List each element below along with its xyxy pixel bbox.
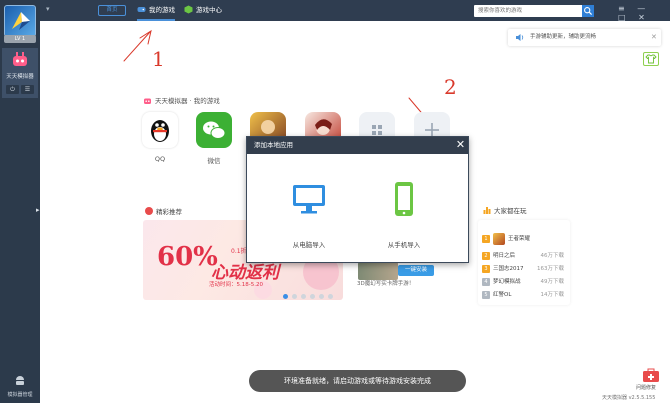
recommended-game-card: 一键安装 3D魔幻写实卡牌手游！ — [350, 262, 470, 304]
rank-badge: 2 — [482, 252, 490, 260]
game-name: 三国志2017 — [493, 266, 524, 272]
download-count: 163万下载 — [537, 266, 564, 272]
tab-my-games[interactable]: 我的游戏 — [137, 0, 175, 21]
cube-icon — [184, 5, 193, 14]
app-logo[interactable] — [4, 5, 36, 37]
carousel-dot[interactable] — [328, 294, 333, 299]
download-count: 46万下载 — [540, 253, 565, 259]
list-item[interactable]: 5 红警OL 14万下载 — [482, 289, 568, 301]
popular-title-text: 大家都在玩 — [494, 207, 527, 215]
dialog-close-button[interactable]: ✕ — [453, 137, 468, 154]
search-box — [474, 5, 594, 17]
tab-game-center[interactable]: 游戏中心 — [184, 0, 222, 21]
my-games-title: 天天模拟器 · 我的游戏 — [143, 95, 220, 105]
window-controls[interactable]: ≡ — □ ✕ — [618, 4, 670, 22]
level-badge: LV 1 — [4, 35, 36, 43]
game-label-qq: QQ — [154, 155, 166, 163]
game-tile-wechat[interactable] — [196, 112, 232, 148]
dialog-title: 添加本地应用 — [247, 137, 468, 154]
rank-badge: 4 — [482, 278, 490, 286]
game-thumbnail[interactable] — [358, 262, 398, 280]
game-label-wechat: 微信 — [207, 157, 221, 165]
qq-penguin-icon — [151, 120, 169, 142]
bar-chart-icon — [483, 207, 491, 214]
download-count: 49万下载 — [540, 279, 565, 285]
game-name: 王者荣耀 — [508, 236, 531, 242]
annotation-arrowhead-1 — [139, 29, 152, 45]
featured-dot-icon — [145, 207, 153, 215]
sidebar-item-emulator[interactable]: 天天模拟器 ⏻ ☰ — [2, 48, 38, 98]
monitor-icon — [293, 185, 325, 214]
pink-robot-icon — [13, 52, 27, 66]
game-description: 3D魔幻写实卡牌手游！ — [357, 281, 415, 287]
top-bar: ▾ 首页 我的游戏 游戏中心 ≡ — □ ✕ — [40, 0, 670, 22]
my-games-title-text: 天天模拟器 · 我的游戏 — [155, 97, 220, 105]
carousel-dots — [283, 293, 337, 301]
featured-title: 精彩推荐 — [145, 206, 182, 216]
game-name: 明日之后 — [493, 253, 516, 259]
rank-badge: 1 — [482, 235, 490, 243]
search-input[interactable] — [474, 5, 580, 17]
tab-label: 我的游戏 — [149, 6, 175, 14]
android-icon — [16, 376, 24, 385]
install-button[interactable]: 一键安装 — [398, 265, 434, 276]
popular-title: 大家都在玩 — [483, 205, 527, 215]
menu-button[interactable]: ☰ — [21, 85, 34, 94]
game-tile-qq[interactable] — [142, 112, 178, 148]
add-local-app-dialog: 添加本地应用 ✕ 从电脑导入 从手机导入 — [246, 136, 469, 263]
carousel-dot[interactable] — [310, 294, 315, 299]
shirt-icon[interactable] — [643, 52, 659, 66]
notification-bar: 手游辅助更新，辅助更流畅 ✕ — [508, 29, 661, 46]
list-item[interactable]: 3 三国志2017 163万下载 — [482, 263, 568, 275]
notification-close-button[interactable]: ✕ — [651, 29, 657, 46]
list-item[interactable]: 4 梦幻模拟战 49万下载 — [482, 276, 568, 288]
carousel-dot[interactable] — [292, 294, 297, 299]
emulator-manager-button[interactable]: 模拟器管理 — [0, 372, 40, 403]
popular-list: 1 王者荣耀 2 明日之后 46万下载 3 三国志2017 163万下载 4 梦… — [478, 220, 570, 305]
featured-title-text: 精彩推荐 — [156, 208, 182, 216]
version-text: 天天模拟器 v2.5.5.155 — [602, 395, 656, 401]
game-thumbnail-icon — [493, 233, 505, 245]
carousel-dot[interactable] — [319, 294, 324, 299]
pink-robot-icon — [144, 98, 151, 104]
carousel-dot[interactable] — [283, 294, 288, 299]
banner-date: 活动时间：5.18-5.20 — [209, 282, 263, 288]
list-item[interactable]: 2 明日之后 46万下载 — [482, 250, 568, 262]
import-from-phone-label: 从手机导入 — [387, 241, 421, 249]
rank-badge: 5 — [482, 291, 490, 299]
game-name: 梦幻模拟战 — [493, 279, 521, 285]
first-aid-kit-icon[interactable] — [642, 368, 660, 382]
annotation-number-2: 2 — [444, 75, 457, 99]
wechat-icon — [203, 121, 226, 139]
dropdown-caret-icon[interactable]: ▾ — [46, 5, 50, 13]
tab-label: 游戏中心 — [196, 6, 222, 14]
tshirt-icon — [645, 54, 657, 64]
sidebar: LV 1 天天模拟器 ⏻ ☰ ▸ 模拟器管理 — [0, 0, 40, 403]
list-item[interactable]: 1 王者荣耀 — [482, 233, 568, 245]
collapse-arrow-icon[interactable]: ▸ — [36, 205, 41, 215]
status-toast: 环境准备就绪，请启动游戏或等待游戏安装完成 — [249, 370, 466, 392]
import-from-pc-button[interactable]: 从电脑导入 — [269, 181, 349, 251]
repair-label[interactable]: 问题修复 — [636, 384, 656, 391]
search-icon — [584, 7, 593, 16]
game-name: 红警OL — [493, 292, 512, 298]
speaker-icon — [516, 34, 524, 41]
phone-icon — [395, 182, 413, 216]
banner-percent: 60% — [157, 242, 218, 272]
annotation-number-1: 1 — [152, 47, 165, 71]
notification-text: 手游辅助更新，辅助更流畅 — [530, 34, 597, 40]
annotation-arrow-1 — [123, 31, 151, 62]
download-count: 14万下载 — [540, 292, 565, 298]
gamepad-icon — [137, 7, 146, 12]
import-from-pc-label: 从电脑导入 — [292, 241, 326, 249]
sidebar-item-label: 天天模拟器 — [6, 74, 34, 80]
home-button[interactable]: 首页 — [98, 5, 126, 16]
rank-badge: 3 — [482, 265, 490, 273]
import-from-phone-button[interactable]: 从手机导入 — [364, 181, 444, 251]
carousel-dot[interactable] — [301, 294, 306, 299]
search-button[interactable] — [582, 5, 594, 17]
power-button[interactable]: ⏻ — [6, 85, 19, 94]
emulator-manager-label: 模拟器管理 — [7, 392, 33, 398]
logo-swoosh-icon — [12, 12, 30, 30]
